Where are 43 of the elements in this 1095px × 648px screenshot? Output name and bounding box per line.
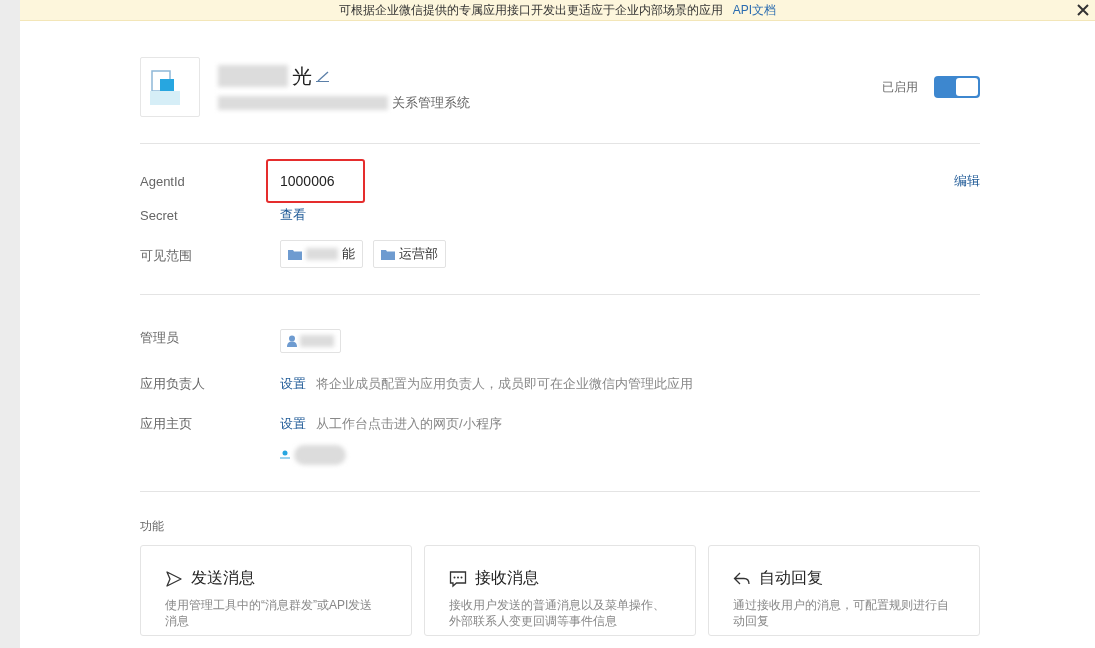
send-icon bbox=[165, 569, 183, 588]
chat-icon bbox=[449, 569, 467, 588]
status-label: 已启用 bbox=[882, 78, 918, 96]
feature-card[interactable]: 接收消息 接收用户发送的普通消息以及菜单操作、 外部联系人变更回调等事件信息 bbox=[424, 545, 696, 636]
department-tag[interactable]: 运营部 bbox=[373, 240, 446, 268]
app-name: 光 bbox=[292, 63, 312, 89]
person-icon bbox=[287, 335, 297, 347]
card-title: 自动回复 bbox=[759, 568, 823, 588]
section-title: 功能 bbox=[140, 518, 165, 535]
edit-icon[interactable] bbox=[316, 70, 330, 82]
hint-text: 从工作台点击进入的网页/小程序 bbox=[316, 415, 502, 433]
field-label: Secret bbox=[140, 207, 179, 223]
hint-text: 将企业成员配置为应用负责人，成员即可在企业微信内管理此应用 bbox=[316, 375, 693, 393]
field-label: 管理员 bbox=[140, 329, 180, 347]
banner-text: 可根据企业微信提供的专属应用接口开发出更适应于企业内部场景的应用 bbox=[338, 1, 723, 19]
app-logo bbox=[140, 57, 200, 117]
field-label: 可见范围 bbox=[140, 247, 193, 265]
close-icon[interactable] bbox=[1077, 4, 1089, 16]
set-link[interactable]: 设置 bbox=[280, 415, 306, 433]
app-icon bbox=[280, 450, 290, 460]
view-secret-link[interactable]: 查看 bbox=[280, 206, 306, 224]
field-label: 应用负责人 bbox=[140, 375, 206, 393]
card-description: 接收用户发送的普通消息以及菜单操作、 外部联系人变更回调等事件信息 bbox=[449, 597, 666, 629]
agent-id: 1000006 bbox=[266, 159, 365, 203]
api-docs-link[interactable]: API文档 bbox=[732, 1, 777, 19]
card-title: 接收消息 bbox=[475, 568, 539, 588]
set-link[interactable]: 设置 bbox=[280, 375, 306, 393]
card-title: 发送消息 bbox=[191, 568, 255, 588]
app-description: 关系管理系统 bbox=[392, 93, 470, 112]
edit-link[interactable]: 编辑 bbox=[954, 172, 980, 190]
card-description: 通过接收用户的消息，可配置规则进行自 动回复 bbox=[733, 597, 950, 629]
admin-chip[interactable] bbox=[280, 329, 341, 353]
folder-icon bbox=[288, 248, 302, 260]
enable-toggle[interactable] bbox=[934, 76, 980, 98]
feature-card[interactable]: 发送消息 使用管理工具中的“消息群发”或API发送 消息 bbox=[140, 545, 412, 636]
folder-icon bbox=[381, 248, 395, 260]
blurred-region bbox=[294, 445, 346, 465]
field-label: AgentId bbox=[140, 173, 186, 189]
department-tag[interactable]: 能 bbox=[280, 240, 363, 268]
blurred-region bbox=[218, 65, 288, 87]
field-label: 应用主页 bbox=[140, 415, 193, 433]
card-description: 使用管理工具中的“消息群发”或API发送 消息 bbox=[165, 597, 374, 629]
feature-card[interactable]: 自动回复 通过接收用户的消息，可配置规则进行自 动回复 bbox=[708, 545, 980, 636]
